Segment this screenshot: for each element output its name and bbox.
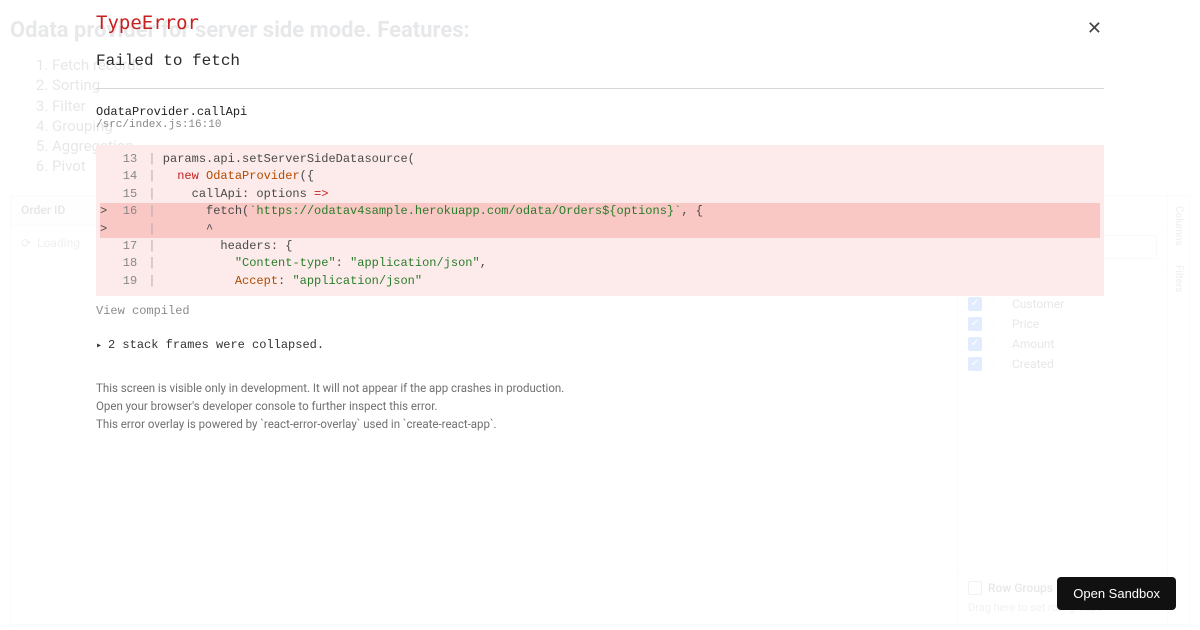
error-location: OdataProvider.callApi: [96, 105, 1104, 119]
error-file: /src/index.js:16:10: [96, 119, 1104, 131]
error-type: TypeError: [96, 12, 1104, 34]
code-line: 18 | "Content-type": "application/json",: [100, 255, 1100, 272]
close-icon[interactable]: ✕: [1087, 18, 1102, 39]
collapsed-frames-toggle[interactable]: 2 stack frames were collapsed.: [96, 338, 1104, 352]
footer-line: This screen is visible only in developme…: [96, 380, 1104, 398]
code-line: > | ^: [100, 221, 1100, 238]
code-snippet: 13 | params.api.setServerSideDatasource(…: [96, 145, 1104, 296]
open-sandbox-button[interactable]: Open Sandbox: [1057, 577, 1176, 610]
code-line: >16 | fetch(`https://odatav4sample.herok…: [100, 203, 1100, 220]
code-line: 17 | headers: {: [100, 238, 1100, 255]
view-compiled-link[interactable]: View compiled: [96, 304, 1104, 318]
code-line: 19 | Accept: "application/json": [100, 273, 1100, 290]
error-message: Failed to fetch: [96, 52, 1104, 70]
divider: [96, 88, 1104, 89]
footer-line: This error overlay is powered by `react-…: [96, 416, 1104, 434]
error-overlay: ✕ TypeError Failed to fetch OdataProvide…: [96, 12, 1104, 630]
code-line: 15 | callApi: options =>: [100, 186, 1100, 203]
overlay-footer-note: This screen is visible only in developme…: [96, 380, 1104, 433]
footer-line: Open your browser's developer console to…: [96, 398, 1104, 416]
code-line: 14 | new OdataProvider({: [100, 168, 1100, 185]
code-line: 13 | params.api.setServerSideDatasource(: [100, 151, 1100, 168]
